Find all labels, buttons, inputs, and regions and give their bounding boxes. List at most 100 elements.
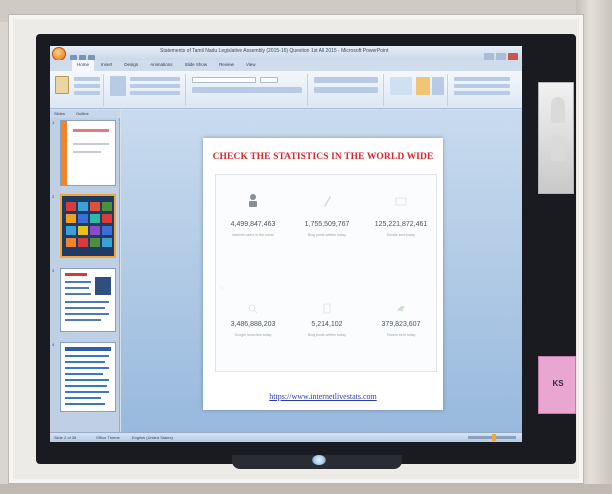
source-link[interactable]: https://www.internetlivestats.com — [203, 392, 443, 401]
stat-label: Blog posts written today — [307, 233, 347, 237]
zoom-slider[interactable] — [468, 434, 516, 441]
slide-thumbnail-1[interactable] — [60, 120, 116, 186]
font-format-buttons[interactable] — [192, 87, 302, 93]
tab-outline[interactable]: Outline — [76, 111, 89, 116]
thumbnail-tile — [78, 202, 88, 211]
stat-item: 1,755,509,767 Blog posts written today — [290, 175, 364, 265]
office-button-icon[interactable] — [52, 47, 66, 61]
photo-figure — [551, 97, 565, 123]
new-slide-icon[interactable] — [110, 76, 126, 96]
language-indicator[interactable]: English (United States) — [132, 435, 173, 440]
floor — [0, 484, 612, 494]
tab-slide-show[interactable]: Slide Show — [180, 60, 213, 71]
current-slide[interactable]: CHECK THE STATISTICS IN THE WORLD WIDE 4… — [203, 138, 443, 410]
font-size-select[interactable] — [260, 77, 278, 83]
thumbnail-text — [65, 379, 109, 381]
stat-value: 1,755,509,767 — [304, 221, 350, 228]
wall-tag: KS — [538, 356, 576, 414]
thumbnail-text — [65, 281, 91, 283]
thumbnail-text — [65, 373, 103, 375]
shapes-icon[interactable] — [390, 77, 412, 95]
thumbnail-tile — [78, 214, 88, 223]
replace-icon[interactable] — [454, 84, 510, 88]
thumbnail-number: 2 — [52, 194, 55, 199]
thumbnail-text — [65, 347, 111, 351]
copy-icon[interactable] — [74, 84, 100, 88]
thumbnail-text — [73, 151, 101, 153]
thumbnail-tile — [90, 214, 100, 223]
thumbnail-text — [65, 397, 101, 399]
thumbnail-image — [95, 277, 111, 295]
tab-review[interactable]: Review — [214, 60, 239, 71]
thumbnail-number: 4 — [52, 342, 55, 347]
stat-label: Internet users in the world — [232, 233, 274, 237]
ribbon-tabs: Home Insert Design Animations Slide Show… — [50, 60, 522, 71]
zoom-slider-handle[interactable] — [492, 434, 496, 441]
font-name-select[interactable] — [192, 77, 256, 83]
format-painter-icon[interactable] — [74, 91, 100, 95]
thumbnail-text — [73, 129, 109, 132]
stat-value: 379,823,607 — [381, 321, 421, 328]
thumbnail-accent — [61, 121, 67, 185]
align-buttons[interactable] — [314, 87, 378, 93]
font-group — [188, 74, 308, 106]
thumbnail-tile — [90, 238, 100, 247]
thumbnail-tile — [102, 214, 112, 223]
slide-thumbnail-3[interactable] — [60, 268, 116, 332]
thumbnail-tile — [102, 238, 112, 247]
person-icon — [249, 194, 257, 207]
stat-item: 5,214,102 Blog posts written today — [290, 275, 364, 365]
cut-icon[interactable] — [74, 77, 100, 81]
quick-styles-icon[interactable] — [432, 77, 444, 95]
thumbnail-text — [65, 403, 105, 405]
list-buttons[interactable] — [314, 77, 378, 83]
thumbnail-tile — [102, 226, 112, 235]
thumbnail-text — [65, 307, 105, 309]
ribbon — [50, 71, 522, 109]
tab-animations[interactable]: Animations — [145, 60, 177, 71]
stat-value: 5,214,102 — [311, 321, 343, 328]
find-icon[interactable] — [454, 77, 510, 81]
tag-label: KS — [552, 379, 564, 388]
tab-home[interactable]: Home — [72, 60, 95, 71]
wall-photo — [538, 82, 574, 194]
stat-value: 3,486,888,203 — [230, 321, 276, 328]
thumbnail-tile — [66, 226, 76, 235]
tab-slides[interactable]: Slides — [54, 111, 65, 116]
quick-access-toolbar — [70, 49, 100, 62]
thumbnail-text — [65, 355, 109, 357]
delete-icon[interactable] — [130, 91, 180, 95]
tab-design[interactable]: Design — [119, 60, 143, 71]
thumbnail-tile — [78, 238, 88, 247]
tab-view[interactable]: View — [241, 60, 261, 71]
slide-editing-area: CHECK THE STATISTICS IN THE WORLD WIDE 4… — [121, 110, 522, 432]
slide-thumbnail-4[interactable] — [60, 342, 116, 412]
thumbnail-text — [65, 301, 109, 303]
thumbnail-tile — [90, 226, 100, 235]
clipboard-group — [52, 74, 104, 106]
thumbnail-number: 1 — [52, 120, 55, 125]
slides-pane: 1 2 3 4 — [50, 118, 120, 432]
thumbnail-text — [65, 293, 91, 295]
arrange-icon[interactable] — [416, 77, 430, 95]
bird-icon — [397, 306, 405, 312]
stat-item: 3,486,888,203 Google searches today — [216, 275, 290, 365]
layout-icon[interactable] — [130, 77, 180, 81]
slide-thumbnail-2[interactable] — [60, 194, 116, 258]
slides-group — [106, 74, 186, 106]
thumbnail-text — [65, 361, 105, 363]
search-icon — [248, 304, 258, 314]
tab-insert[interactable]: Insert — [96, 60, 117, 71]
photo-figure — [551, 135, 565, 161]
thumbnail-text — [65, 273, 87, 276]
reset-icon[interactable] — [130, 84, 180, 88]
mail-icon — [395, 197, 407, 206]
select-icon[interactable] — [454, 91, 510, 95]
paste-icon[interactable] — [55, 76, 69, 94]
thumbnail-text — [65, 367, 109, 369]
stat-label: Tweets sent today — [386, 333, 416, 337]
stat-item: 125,221,872,461 Emails sent today — [364, 175, 438, 265]
stat-label: Emails sent today — [386, 233, 416, 237]
stat-item: 4,499,847,463 Internet users in the worl… — [216, 175, 290, 265]
pane-tabs: Slides Outline — [50, 110, 120, 118]
